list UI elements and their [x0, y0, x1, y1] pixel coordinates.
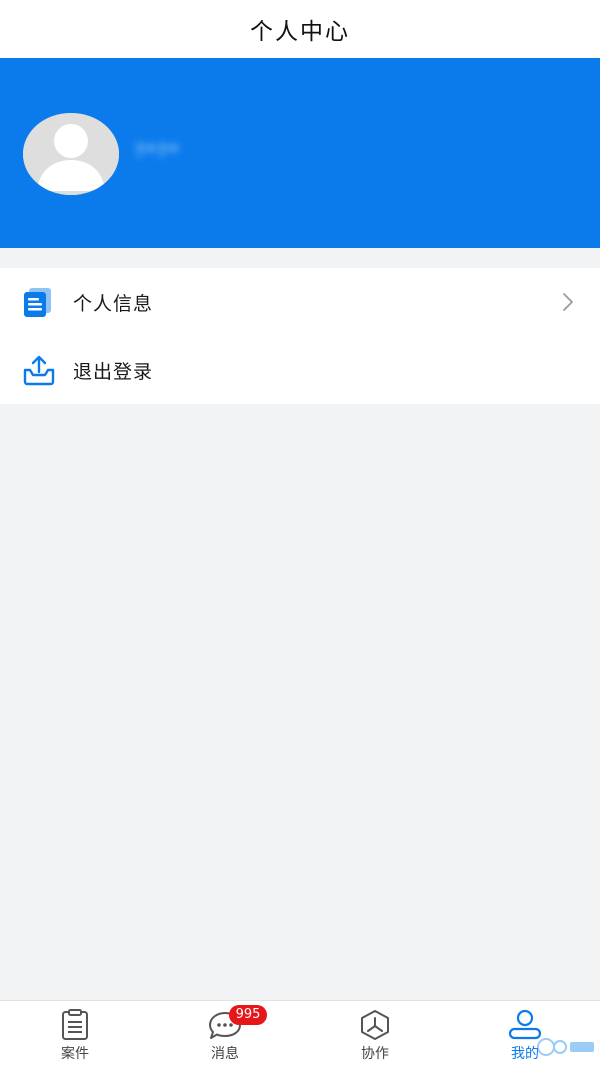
personal-center-page: 个人中心 ?*?* 个人信息 退出登录 案件 995 消息 协作 我的: [0, 0, 600, 1067]
tab-collaboration[interactable]: 协作: [300, 1001, 450, 1067]
clipboard-icon: [62, 1009, 88, 1040]
tab-label: 消息: [211, 1046, 239, 1062]
profile-banner: ?*?*: [0, 58, 600, 248]
watermark-logo-icon: [537, 1038, 594, 1056]
hexagon-branch-icon: [361, 1010, 389, 1040]
username-masked-text: ?*?*: [135, 140, 181, 162]
bottom-tab-bar: 案件 995 消息 协作 我的: [0, 1000, 600, 1067]
avatar[interactable]: [23, 113, 119, 195]
tab-cases[interactable]: 案件: [0, 1001, 150, 1067]
default-avatar-icon: [23, 113, 119, 195]
menu-item-label: 个人信息: [73, 292, 154, 315]
tab-label: 案件: [61, 1046, 89, 1062]
document-stack-icon: [24, 288, 51, 317]
tray-upload-icon: [23, 355, 55, 386]
tab-label: 协作: [361, 1046, 389, 1062]
menu-item-personal-info[interactable]: 个人信息: [0, 268, 600, 336]
chevron-right-icon: [563, 293, 573, 311]
settings-menu: 个人信息 退出登录: [0, 268, 600, 404]
page-title: 个人中心: [250, 19, 350, 45]
top-nav-bar: 个人中心: [0, 0, 600, 58]
menu-item-label: 退出登录: [73, 360, 154, 383]
username: ?*?*: [135, 138, 215, 164]
tab-messages[interactable]: 995 消息: [150, 1001, 300, 1067]
menu-item-logout[interactable]: 退出登录: [0, 336, 600, 404]
unread-count-badge: 995: [229, 1005, 267, 1025]
